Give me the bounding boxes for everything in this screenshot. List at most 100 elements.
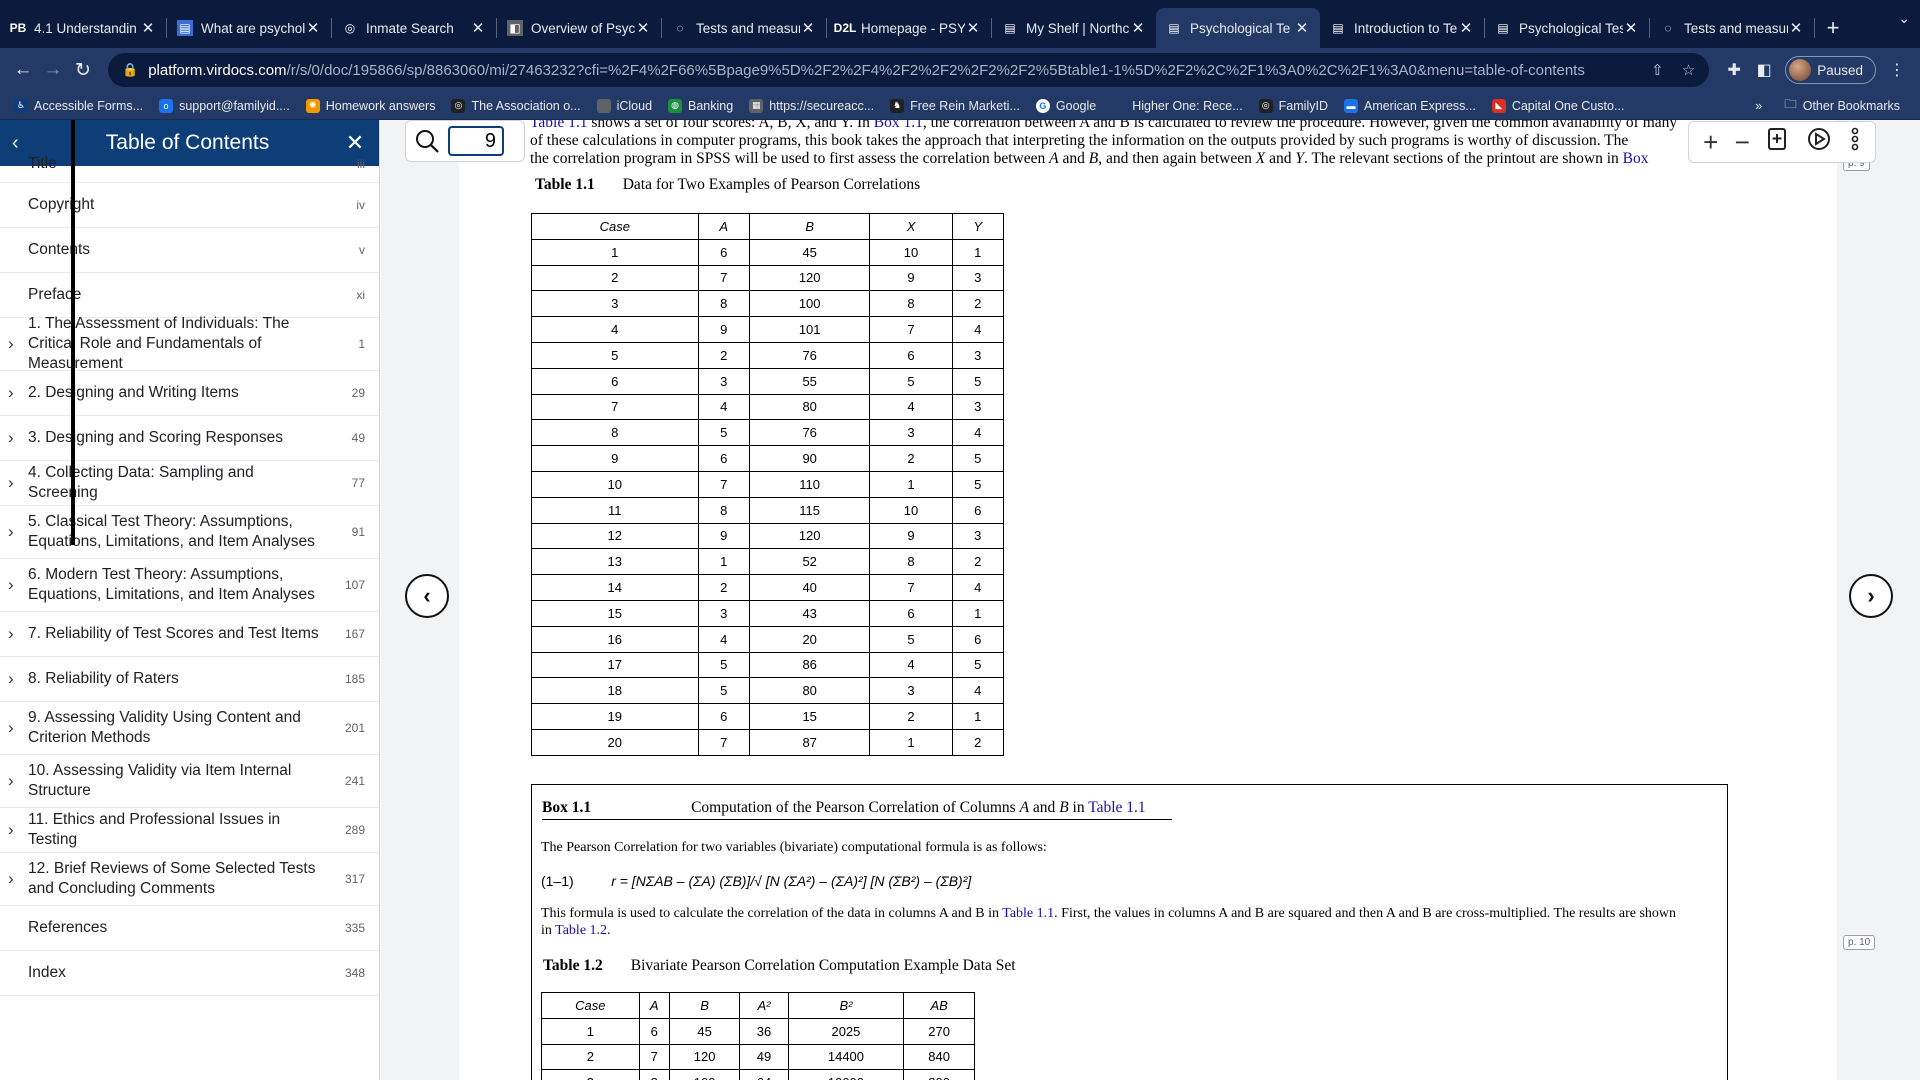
side-panel-icon[interactable]: ◧	[1749, 60, 1779, 80]
toc-item[interactable]: › 11. Ethics and Professional Issues in T…	[0, 808, 379, 853]
browser-tab[interactable]: ▤ My Shelf | Northc ✕	[992, 8, 1156, 48]
toc-item[interactable]: › 9. Assessing Validity Using Content and…	[0, 702, 379, 755]
page-number-input[interactable]	[448, 126, 504, 156]
chevron-right-icon[interactable]: ›	[8, 718, 14, 738]
browser-tab[interactable]: ◌ Tests and measur ✕	[662, 8, 826, 48]
extensions-puzzle-icon[interactable]: ✚	[1719, 60, 1749, 80]
toc-item[interactable]: Title iii	[0, 145, 379, 183]
chevron-right-icon[interactable]: ›	[8, 575, 14, 595]
close-tab-icon[interactable]: ✕	[1294, 19, 1310, 37]
forward-button[interactable]: →	[38, 55, 68, 85]
toc-item[interactable]: Preface xi	[0, 273, 379, 318]
more-options-icon[interactable]	[1849, 126, 1861, 159]
bookmark-item[interactable]: ▦ https://secureacc...	[741, 98, 882, 113]
browser-tab[interactable]: ◧ Overview of Psyc ✕	[497, 8, 661, 48]
table-link[interactable]: Table 1.2	[555, 923, 607, 938]
toc-item[interactable]: › 6. Modern Test Theory: Assumptions, Equ…	[0, 559, 379, 612]
bookmark-item[interactable]: ✺ Homework answers	[298, 98, 444, 113]
toc-item[interactable]: › 3. Designing and Scoring Responses 49	[0, 416, 379, 461]
bookmark-item[interactable]: ◎ FamilyID	[1251, 98, 1336, 113]
toc-item[interactable]: Index 348	[0, 951, 379, 996]
bookmark-item[interactable]: ▬ American Express...	[1336, 98, 1484, 113]
bookmark-item[interactable]: o support@familyid....	[151, 98, 298, 113]
close-tab-icon[interactable]: ✕	[800, 19, 816, 37]
browser-tab[interactable]: ◌ Tests and measur ✕	[1650, 8, 1814, 48]
add-bookmark-icon[interactable]	[1766, 126, 1790, 159]
chevron-right-icon[interactable]: ›	[8, 334, 14, 354]
toc-item[interactable]: Copyright iv	[0, 183, 379, 228]
close-tab-icon[interactable]: ✕	[1130, 19, 1146, 37]
browser-tab[interactable]: ▤ Introduction to Te ✕	[1320, 8, 1484, 48]
other-bookmarks-folder[interactable]: 🗀 Other Bookmarks	[1776, 95, 1908, 116]
chevron-right-icon[interactable]: ›	[8, 383, 14, 403]
browser-tab[interactable]: ▤ Psychological Tes ✕	[1485, 8, 1649, 48]
toc-item[interactable]: › 1. The Assessment of Individuals: The C…	[0, 315, 379, 372]
browser-tab[interactable]: ▤ Psychological Te ✕	[1156, 8, 1320, 48]
chevron-right-icon[interactable]: ›	[8, 771, 14, 791]
tab-search-chevron-icon[interactable]: ⌄	[1898, 10, 1910, 27]
browser-tab[interactable]: D2L Homepage - PSY ✕	[827, 8, 991, 48]
toc-item[interactable]: › 4. Collecting Data: Sampling and Screen…	[0, 461, 379, 506]
close-tab-icon[interactable]: ✕	[1458, 19, 1474, 37]
read-aloud-play-icon[interactable]	[1806, 126, 1832, 159]
close-tab-icon[interactable]: ✕	[470, 19, 486, 37]
reload-button[interactable]: ↻	[68, 55, 98, 85]
table-cell: 3	[951, 522, 1005, 550]
next-page-button[interactable]: ›	[1849, 574, 1893, 618]
toc-item[interactable]: Contents v	[0, 228, 379, 273]
browser-tab[interactable]: ▤ What are psychol ✕	[167, 8, 331, 48]
close-tab-icon[interactable]: ✕	[1623, 19, 1639, 37]
table-cell: 3	[697, 367, 750, 395]
search-icon[interactable]	[412, 126, 442, 156]
box-link[interactable]: Box	[1623, 150, 1649, 167]
chevron-right-icon[interactable]: ›	[8, 669, 14, 689]
bookmark-item[interactable]: iCloud	[589, 98, 660, 113]
address-bar[interactable]: 🔒 platform.virdocs.com/r/s/0/doc/195866/…	[108, 53, 1710, 87]
table-link[interactable]: Table 1.1	[1088, 799, 1145, 816]
table-link[interactable]: Table 1.1	[530, 120, 587, 131]
profile-button[interactable]: Paused	[1785, 56, 1876, 84]
box-link[interactable]: Box 1.1	[874, 120, 923, 131]
chevron-right-icon[interactable]: ›	[8, 522, 14, 542]
toc-item[interactable]: › 8. Reliability of Raters 185	[0, 657, 379, 702]
close-tab-icon[interactable]: ✕	[965, 19, 981, 37]
kebab-menu-icon[interactable]: ⋮	[1882, 60, 1912, 80]
toc-item[interactable]: › 2. Designing and Writing Items 29	[0, 371, 379, 416]
new-tab-button[interactable]: +	[1815, 8, 1851, 48]
toc-item[interactable]: › 10. Assessing Validity via Item Interna…	[0, 755, 379, 808]
browser-tab[interactable]: ◎ Inmate Search ✕	[332, 8, 496, 48]
close-tab-icon[interactable]: ✕	[140, 19, 156, 37]
bookmark-item[interactable]: ♿ Accessible Forms...	[6, 98, 151, 113]
chevron-right-icon[interactable]: ›	[8, 624, 14, 644]
zoom-out-icon[interactable]: −	[1735, 127, 1750, 158]
doc-icon: ▤	[1330, 20, 1346, 36]
tab-title: Homepage - PSY	[861, 20, 965, 36]
chevron-right-icon[interactable]: ›	[8, 820, 14, 840]
bookmark-item[interactable]: Higher One: Rece...	[1104, 98, 1250, 113]
back-button[interactable]: ←	[8, 55, 38, 85]
toc-item[interactable]: › 12. Brief Reviews of Some Selected Test…	[0, 853, 379, 906]
toc-item[interactable]: References 335	[0, 906, 379, 951]
close-tab-icon[interactable]: ✕	[635, 19, 651, 37]
toc-item[interactable]: › 5. Classical Test Theory: Assumptions, …	[0, 506, 379, 559]
chevron-right-icon[interactable]: ›	[8, 869, 14, 889]
bookmark-item[interactable]: G Google	[1028, 98, 1104, 113]
close-tab-icon[interactable]: ✕	[305, 19, 321, 37]
zoom-in-icon[interactable]: +	[1703, 127, 1718, 158]
bookmark-item[interactable]: ◎ The Association o...	[443, 98, 588, 113]
browser-tab[interactable]: PB 4.1 Understandin ✕	[0, 8, 166, 48]
chevron-right-icon[interactable]: ›	[8, 428, 14, 448]
toc-item[interactable]: › 7. Reliability of Test Scores and Test …	[0, 612, 379, 657]
previous-page-button[interactable]: ‹	[405, 574, 449, 618]
lock-icon[interactable]: 🔒	[122, 62, 138, 78]
close-tab-icon[interactable]: ✕	[1788, 19, 1804, 37]
bookmark-item[interactable]: ♞ Free Rein Marketi...	[882, 98, 1028, 113]
chevron-right-icon[interactable]: ›	[8, 473, 14, 493]
document-viewport[interactable]: Table 1.1 shows a set of four scores: A,…	[381, 120, 1920, 1080]
bookmarks-overflow-button[interactable]: »	[1755, 99, 1762, 113]
bookmark-item[interactable]: ◍ Banking	[660, 98, 741, 113]
table-link[interactable]: Table 1.1	[1002, 906, 1054, 921]
bookmark-item[interactable]: ◣ Capital One Custo...	[1484, 98, 1633, 113]
share-icon[interactable]: ⇧	[1651, 61, 1664, 79]
bookmark-star-icon[interactable]: ☆	[1682, 61, 1695, 79]
